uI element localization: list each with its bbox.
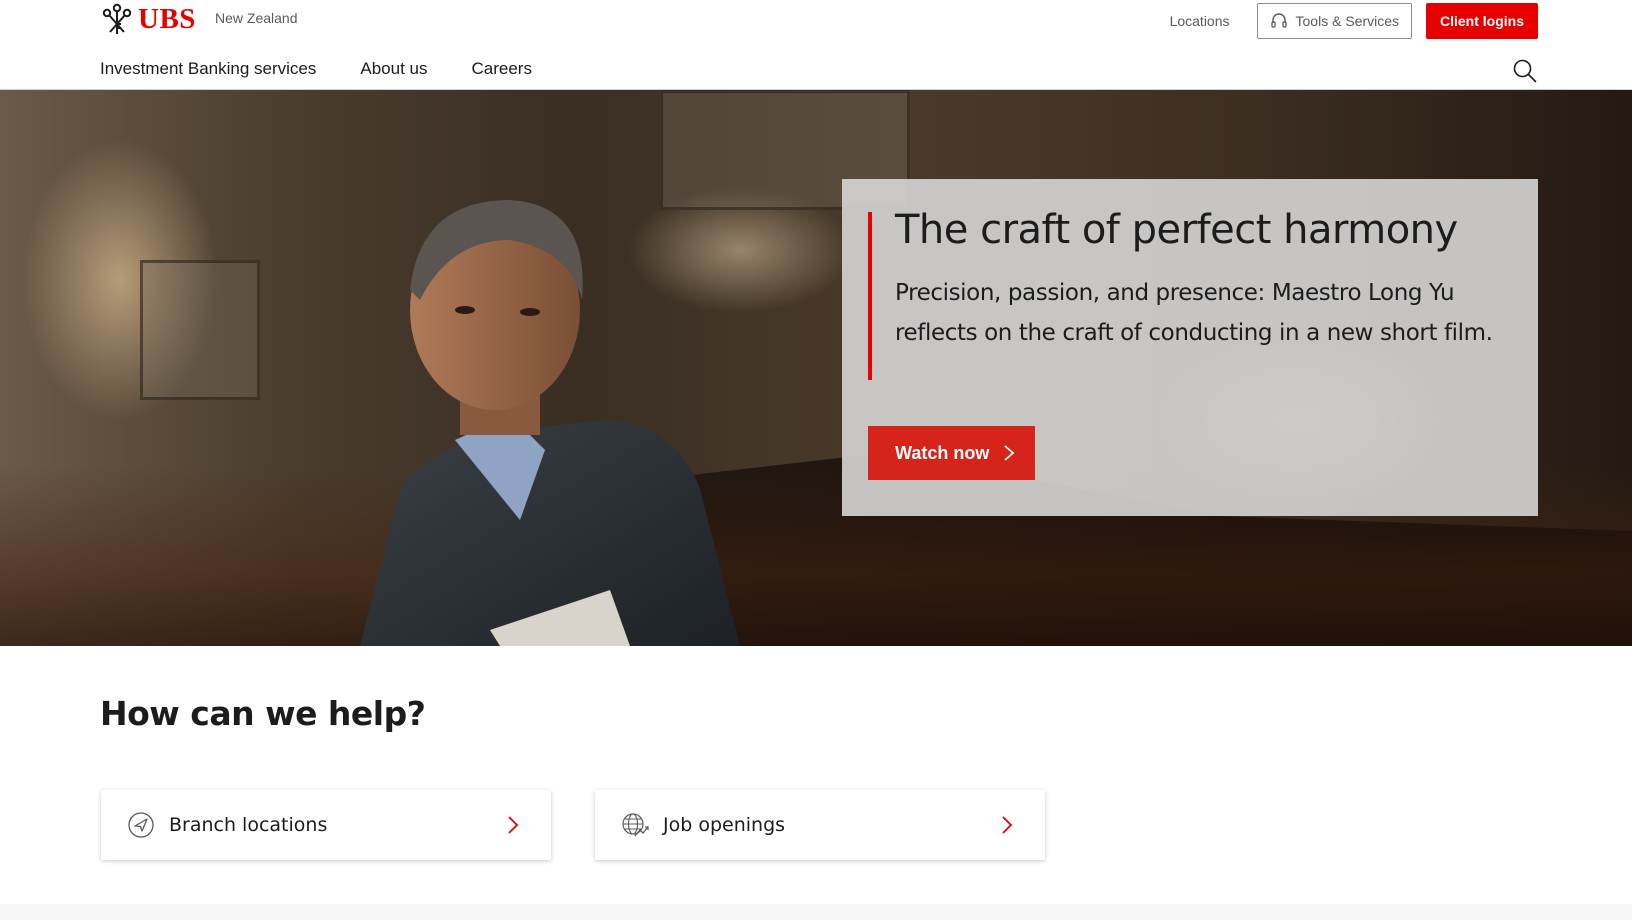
branch-locations-card[interactable]: Branch locations <box>101 790 551 860</box>
chevron-right-icon <box>1004 445 1015 461</box>
nav-item-about-us[interactable]: About us <box>360 59 427 79</box>
hero-title: The craft of perfect harmony <box>895 207 1458 253</box>
region-label: New Zealand <box>215 10 298 26</box>
hero-teaser-card: The craft of perfect harmony Precision, … <box>842 179 1538 516</box>
hero-conductor-image <box>360 200 740 646</box>
site-header: UBS New Zealand Locations Tools & Servic… <box>0 0 1632 90</box>
job-openings-card[interactable]: Job openings <box>595 790 1045 860</box>
help-section-title: How can we help? <box>100 694 426 733</box>
keys-logo-icon <box>102 3 132 34</box>
job-openings-label: Job openings <box>663 814 786 836</box>
nav-item-careers[interactable]: Careers <box>472 59 532 79</box>
client-logins-button[interactable]: Client logins <box>1426 3 1538 39</box>
hero-bg-window <box>140 260 260 400</box>
hero-description: Precision, passion, and presence: Maestr… <box>895 280 1493 346</box>
locations-link[interactable]: Locations <box>1170 13 1230 29</box>
nav-item-investment-banking[interactable]: Investment Banking services <box>100 59 316 79</box>
chevron-right-icon <box>1002 816 1013 834</box>
main-nav: Investment Banking services About us Car… <box>100 59 576 79</box>
tools-services-button[interactable]: Tools & Services <box>1256 3 1412 39</box>
headset-icon <box>1270 13 1287 28</box>
search-icon[interactable] <box>1512 58 1538 84</box>
client-logins-label: Client logins <box>1440 13 1524 29</box>
hero-accent-bar <box>868 212 872 380</box>
watch-now-label: Watch now <box>895 442 990 463</box>
tools-services-label: Tools & Services <box>1295 13 1399 29</box>
utility-nav: Locations Tools & Services Client logins <box>1170 3 1538 39</box>
footer-band <box>0 904 1632 920</box>
hero-banner: The craft of perfect harmony Precision, … <box>0 90 1632 646</box>
logo-wordmark: UBS <box>138 2 196 35</box>
branch-locations-label: Branch locations <box>169 814 328 836</box>
compass-icon <box>128 812 154 838</box>
globe-icon <box>622 813 649 837</box>
chevron-right-icon <box>508 816 519 834</box>
ubs-logo[interactable]: UBS <box>100 2 196 36</box>
watch-now-button[interactable]: Watch now <box>868 426 1036 480</box>
